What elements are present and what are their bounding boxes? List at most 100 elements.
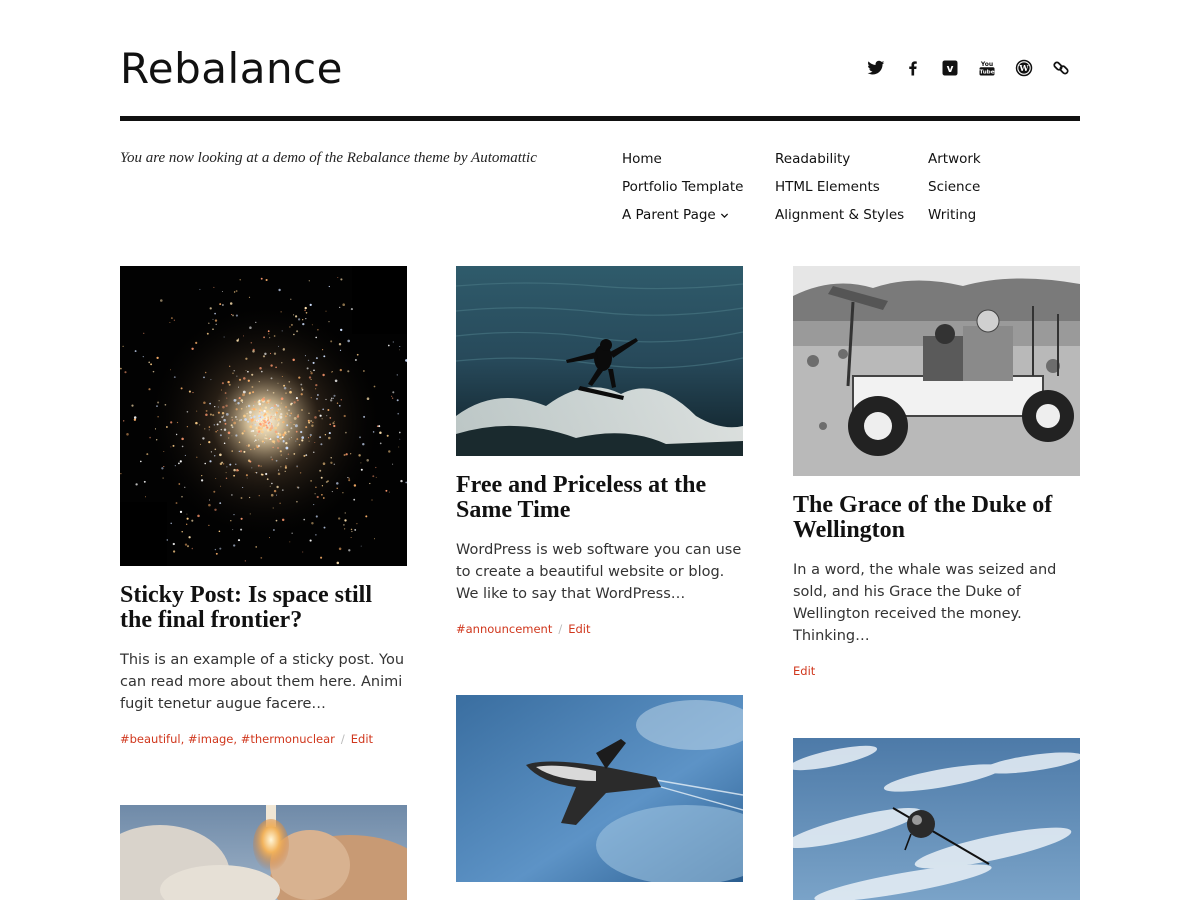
star-dot — [260, 430, 264, 434]
star-dot — [328, 285, 330, 288]
star-dot — [272, 507, 274, 509]
post-title[interactable]: Sticky Post: Is space still the final fr… — [120, 583, 407, 633]
star-dot — [219, 453, 222, 457]
star-dot — [203, 376, 205, 379]
star-dot — [252, 348, 255, 351]
star-dot — [213, 490, 216, 493]
post-thumbnail-rocket-launch[interactable] — [120, 805, 407, 900]
star-dot — [252, 407, 256, 411]
edit-link[interactable]: Edit — [568, 622, 590, 636]
star-dot — [269, 424, 271, 426]
star-dot — [251, 467, 253, 469]
header-divider — [120, 116, 1080, 121]
star-dot — [347, 370, 350, 373]
star-dot — [170, 522, 172, 525]
star-dot — [399, 346, 401, 347]
star-dot — [315, 515, 318, 518]
star-dot — [252, 391, 255, 394]
star-dot — [391, 397, 394, 399]
post-excerpt: WordPress is web software you can use to… — [456, 542, 742, 602]
star-dot — [250, 420, 253, 423]
chevron-down-icon — [720, 212, 728, 218]
tag-link[interactable]: #image — [188, 732, 233, 746]
star-dot — [133, 418, 137, 421]
star-dot — [330, 457, 332, 459]
star-dot — [336, 561, 340, 565]
star-dot — [126, 433, 129, 436]
star-dot — [156, 439, 158, 441]
youtube-icon[interactable]: You Tube — [977, 58, 997, 78]
post-title[interactable]: The Grace of the Duke of Wellington — [793, 493, 1080, 543]
star-dot — [286, 457, 288, 460]
star-dot — [231, 450, 233, 452]
menu-item-home[interactable]: Home — [622, 148, 775, 170]
post-thumbnail-lunar-rover[interactable] — [793, 266, 1080, 476]
twitter-icon[interactable] — [866, 58, 886, 78]
menu-item-science[interactable]: Science — [928, 176, 1080, 198]
tag-link[interactable]: #announcement — [456, 622, 552, 636]
star-dot — [373, 385, 376, 388]
tag-link[interactable]: #beautiful — [120, 732, 181, 746]
star-dot — [143, 332, 145, 334]
star-dot — [243, 377, 246, 380]
star-dot — [238, 419, 241, 422]
star-dot — [253, 448, 256, 450]
star-dot — [300, 383, 303, 386]
menu-item-alignment-styles[interactable]: Alignment & Styles — [775, 204, 928, 226]
star-dot — [246, 445, 248, 447]
star-dot — [264, 406, 268, 409]
menu-item-parent-page[interactable]: A Parent Page — [622, 204, 775, 226]
menu-item-readability[interactable]: Readability — [775, 148, 928, 170]
star-dot — [172, 444, 175, 447]
star-dot — [338, 342, 342, 346]
menu-item-portfolio-template[interactable]: Portfolio Template — [622, 176, 775, 198]
star-dot — [375, 476, 377, 478]
star-dot — [245, 357, 248, 360]
post-card: The Grace of the Duke of Wellington In a… — [793, 266, 1080, 678]
edit-link[interactable]: Edit — [793, 664, 815, 678]
star-dot — [208, 322, 210, 324]
star-dot — [331, 397, 333, 399]
post-thumbnail-space-shuttle[interactable] — [456, 695, 743, 882]
star-dot — [323, 526, 326, 529]
star-dot — [133, 416, 137, 419]
star-dot — [338, 517, 341, 520]
star-dot — [272, 391, 275, 394]
post-title[interactable]: Free and Priceless at the Same Time — [456, 473, 743, 523]
wordpress-icon[interactable]: W — [1014, 58, 1034, 78]
edit-link[interactable]: Edit — [351, 732, 373, 746]
star-dot — [229, 463, 232, 466]
post-thumbnail-star-cluster[interactable] — [120, 266, 407, 566]
star-dot — [188, 536, 191, 539]
post-thumbnail-surfer[interactable] — [456, 266, 743, 456]
menu-item-writing[interactable]: Writing — [928, 204, 1080, 226]
meta-separator: / — [340, 732, 345, 746]
star-dot — [303, 454, 306, 457]
site-title[interactable]: Rebalance — [120, 44, 343, 93]
tag-link[interactable]: #thermonuclear — [241, 732, 335, 746]
vimeo-icon[interactable]: v — [940, 58, 960, 78]
star-dot — [200, 479, 204, 482]
link-icon[interactable] — [1051, 58, 1071, 78]
star-dot — [322, 408, 325, 411]
star-dot — [339, 349, 342, 352]
star-dot — [236, 375, 238, 377]
star-dot — [240, 497, 243, 499]
star-dot — [252, 429, 255, 432]
star-dot — [304, 355, 306, 357]
star-dot — [265, 411, 268, 414]
star-dot — [275, 519, 278, 522]
star-dot — [259, 408, 261, 411]
menu-item-html-elements[interactable]: HTML Elements — [775, 176, 928, 198]
post-thumbnail-satellite[interactable] — [793, 738, 1080, 900]
star-dot — [328, 432, 331, 435]
star-dot — [281, 436, 284, 439]
star-dot — [321, 494, 323, 496]
facebook-icon[interactable] — [903, 58, 923, 78]
menu-item-artwork[interactable]: Artwork — [928, 148, 1080, 170]
star-dot — [209, 413, 212, 416]
star-dot — [199, 288, 201, 291]
star-dot — [295, 440, 297, 442]
star-dot — [333, 424, 336, 428]
star-dot — [322, 349, 324, 351]
